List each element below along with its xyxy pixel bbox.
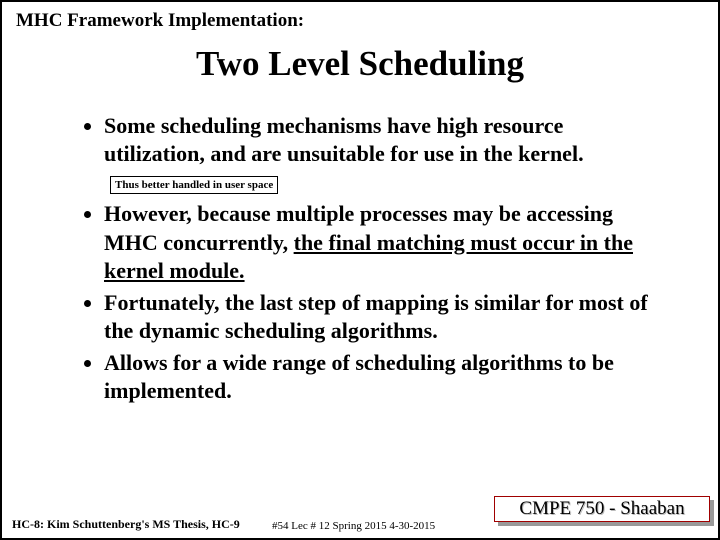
bullet-1-text: Some scheduling mechanisms have high res… [104,113,584,166]
bullet-list: Some scheduling mechanisms have high res… [76,112,656,406]
bullet-3-text: Fortunately, the last step of mapping is… [104,290,648,343]
course-box: CMPE 750 - Shaaban [494,496,712,524]
bullet-4-text: Allows for a wide range of scheduling al… [104,350,614,403]
bullet-4: Allows for a wide range of scheduling al… [104,349,656,405]
slide: MHC Framework Implementation: Two Level … [0,0,720,540]
bullet-3: Fortunately, the last step of mapping is… [104,289,656,345]
slide-title: Two Level Scheduling [14,44,706,84]
bullet-1: Some scheduling mechanisms have high res… [104,112,656,196]
bullet-2: However, because multiple processes may … [104,200,656,284]
footer-left: HC-8: Kim Schuttenberg's MS Thesis, HC-9 [12,517,240,532]
footer-center: #54 Lec # 12 Spring 2015 4-30-2015 [272,520,435,532]
section-label: MHC Framework Implementation: [16,10,706,32]
course-box-text: CMPE 750 - Shaaban [519,498,684,520]
bullet-1-annotation: Thus better handled in user space [110,176,278,194]
course-box-front: CMPE 750 - Shaaban [494,496,710,522]
